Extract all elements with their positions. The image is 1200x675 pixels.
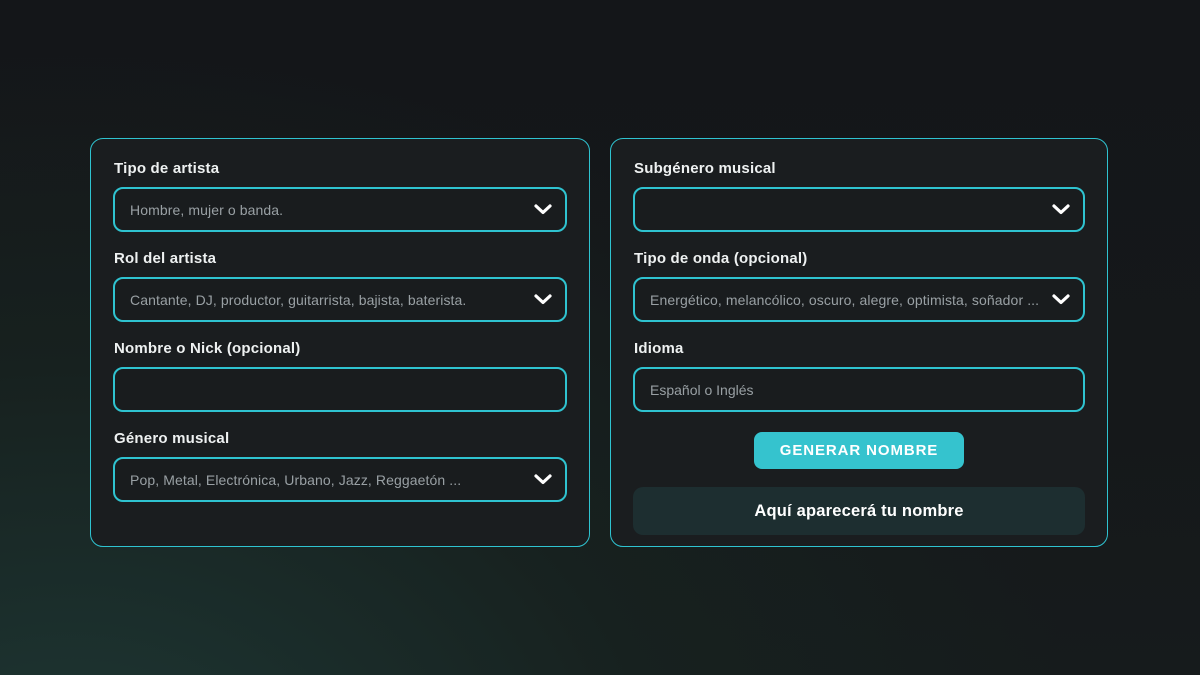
tipo-de-artista-select[interactable]: Hombre, mujer o banda. [113, 187, 567, 232]
field-group-genero-musical: Género musical Pop, Metal, Electrónica, … [113, 430, 567, 502]
nombre-nick-input[interactable] [113, 367, 567, 412]
field-group-subgenero-musical: Subgénero musical [633, 160, 1085, 232]
idioma-label: Idioma [634, 340, 1085, 358]
field-group-tipo-de-onda: Tipo de onda (opcional) Energético, mela… [633, 250, 1085, 322]
field-group-idioma: Idioma [633, 340, 1085, 412]
chevron-down-icon [1052, 204, 1070, 215]
subgenero-musical-label: Subgénero musical [634, 160, 1085, 178]
chevron-down-icon [534, 474, 552, 485]
genero-musical-placeholder: Pop, Metal, Electrónica, Urbano, Jazz, R… [130, 472, 524, 488]
artist-form-panel-right: Subgénero musical Tipo de onda (opcional… [610, 138, 1108, 547]
tipo-de-artista-placeholder: Hombre, mujer o banda. [130, 202, 524, 218]
tipo-de-onda-label: Tipo de onda (opcional) [634, 250, 1085, 268]
chevron-down-icon [534, 204, 552, 215]
rol-del-artista-label: Rol del artista [114, 250, 567, 268]
idioma-input[interactable] [633, 367, 1085, 412]
chevron-down-icon [1052, 294, 1070, 305]
chevron-down-icon [534, 294, 552, 305]
genero-musical-select[interactable]: Pop, Metal, Electrónica, Urbano, Jazz, R… [113, 457, 567, 502]
subgenero-musical-select[interactable] [633, 187, 1085, 232]
generar-nombre-button[interactable]: GENERAR NOMBRE [754, 432, 964, 469]
field-group-nombre-nick: Nombre o Nick (opcional) [113, 340, 567, 412]
rol-del-artista-placeholder: Cantante, DJ, productor, guitarrista, ba… [130, 292, 524, 308]
artist-form-panel-left: Tipo de artista Hombre, mujer o banda. R… [90, 138, 590, 547]
field-group-rol-del-artista: Rol del artista Cantante, DJ, productor,… [113, 250, 567, 322]
rol-del-artista-select[interactable]: Cantante, DJ, productor, guitarrista, ba… [113, 277, 567, 322]
field-group-tipo-de-artista: Tipo de artista Hombre, mujer o banda. [113, 160, 567, 232]
tipo-de-artista-label: Tipo de artista [114, 160, 567, 178]
tipo-de-onda-placeholder: Energético, melancólico, oscuro, alegre,… [650, 292, 1042, 308]
tipo-de-onda-select[interactable]: Energético, melancólico, oscuro, alegre,… [633, 277, 1085, 322]
generated-name-result: Aquí aparecerá tu nombre [633, 487, 1085, 535]
nombre-nick-label: Nombre o Nick (opcional) [114, 340, 567, 358]
genero-musical-label: Género musical [114, 430, 567, 448]
